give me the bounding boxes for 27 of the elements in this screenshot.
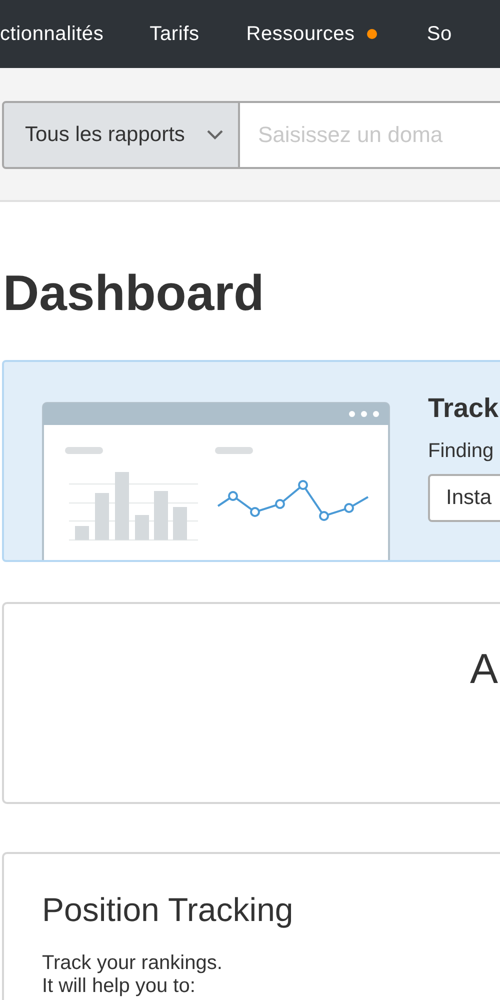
nav-link[interactable]: So [426,19,452,49]
chart-bar [75,526,89,540]
data-point [228,491,238,501]
chevron-down-icon [206,129,224,141]
card-title: A [470,645,498,692]
card-text: Track your rankings. [42,952,222,975]
dots-icon [349,411,379,417]
data-point [275,499,285,509]
nav-link[interactable]: ctionnalités [0,19,104,49]
data-point [298,480,308,490]
chart-bar [173,507,187,540]
chart-bar [135,515,149,540]
banner-text: Finding [428,439,494,464]
page-title: Dashboard [3,264,266,323]
banner-title: Track [428,392,499,425]
nav-link[interactable]: Ressources [246,19,355,49]
data-point [319,511,329,521]
data-point [344,503,354,513]
nav-link[interactable]: Tarifs [150,19,200,49]
report-select[interactable]: Tous les rapports [2,101,240,169]
card-text: It will help you to: [42,975,196,998]
chart-bar [115,472,129,540]
data-point [250,507,260,517]
card-title: Position Tracking [42,890,294,930]
chart-bar [154,491,168,540]
banner-button[interactable]: Insta [428,474,500,522]
chart-bar [95,493,109,540]
